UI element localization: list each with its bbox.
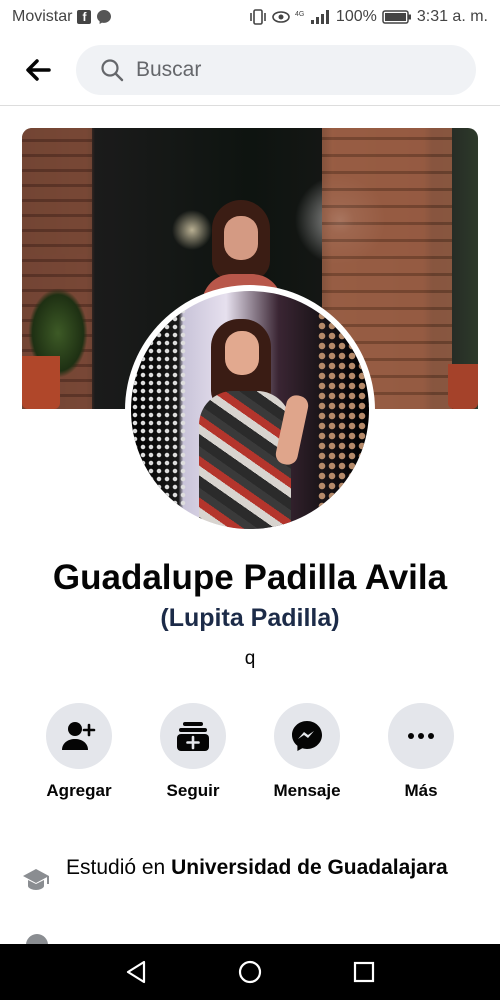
vibrate-icon — [249, 9, 267, 25]
messenger-icon — [292, 721, 322, 751]
add-friend-button[interactable]: Agregar — [22, 703, 136, 801]
eye-comfort-icon — [272, 10, 290, 24]
nav-recents-icon[interactable] — [353, 961, 375, 983]
intro-location[interactable] — [22, 930, 482, 944]
follow-icon — [177, 722, 209, 751]
follow-button[interactable]: Seguir — [136, 703, 250, 801]
avatar-face — [225, 331, 259, 375]
education-text: Estudió en Universidad de Guadalajara — [66, 853, 448, 891]
nav-back-icon[interactable] — [125, 960, 147, 984]
system-nav-bar — [0, 944, 500, 1000]
education-icon-wrap — [22, 853, 50, 891]
message-label: Mensaje — [273, 781, 341, 800]
graduation-cap-icon — [23, 869, 49, 890]
status-left: Movistar f — [12, 8, 112, 26]
education-prefix: Estudió en — [66, 856, 172, 879]
profile-actions: Agregar Seguir Mensaje Más — [0, 703, 500, 801]
nav-home-icon[interactable] — [238, 960, 262, 984]
battery-percent: 100% — [335, 8, 377, 25]
profile-alternate-name: (Lupita Padilla) — [160, 604, 340, 632]
message-button[interactable]: Mensaje — [250, 703, 364, 801]
search-placeholder: Buscar — [136, 57, 202, 81]
add-friend-icon — [62, 722, 96, 750]
profile-bio: q — [244, 648, 256, 669]
cover-pot-right — [448, 364, 478, 409]
top-bar: Buscar — [0, 34, 500, 106]
network-label: 4G — [295, 11, 304, 18]
more-label: Más — [404, 781, 438, 800]
profile-name: Guadalupe Padilla Avila — [52, 558, 448, 597]
back-arrow-icon — [26, 58, 51, 81]
more-button[interactable]: Más — [364, 703, 478, 801]
education-school[interactable]: Universidad de Guadalajara — [171, 856, 448, 879]
back-button[interactable] — [0, 34, 76, 106]
location-pin-icon — [22, 930, 53, 944]
battery-icon — [382, 10, 412, 24]
profile-picture[interactable] — [125, 285, 375, 535]
avatar-bg-dots-right — [317, 291, 369, 529]
profile-picture-image — [131, 291, 369, 529]
clock: 3:31 a. m. — [416, 8, 488, 25]
status-bar: Movistar f 4G 100% 3:31 a. m. — [0, 0, 500, 34]
facebook-notification-icon: f — [77, 10, 92, 24]
messenger-notification-icon — [96, 9, 112, 25]
cover-person-face — [224, 216, 258, 260]
carrier-name: Movistar — [12, 8, 73, 25]
signal-icon: 4G — [295, 9, 331, 25]
more-icon — [408, 733, 434, 739]
follow-circle[interactable] — [160, 703, 226, 769]
add-friend-circle[interactable] — [46, 703, 112, 769]
more-circle[interactable] — [388, 703, 454, 769]
message-circle[interactable] — [274, 703, 340, 769]
search-icon — [101, 58, 124, 81]
search-input[interactable]: Buscar — [76, 44, 476, 95]
intro-education[interactable]: Estudió en Universidad de Guadalajara — [22, 853, 482, 891]
avatar-bg-dots-left — [131, 291, 187, 529]
add-friend-label: Agregar — [46, 781, 112, 800]
cover-pot — [22, 356, 60, 409]
follow-label: Seguir — [166, 781, 220, 800]
status-right: 4G 100% 3:31 a. m. — [249, 8, 488, 26]
